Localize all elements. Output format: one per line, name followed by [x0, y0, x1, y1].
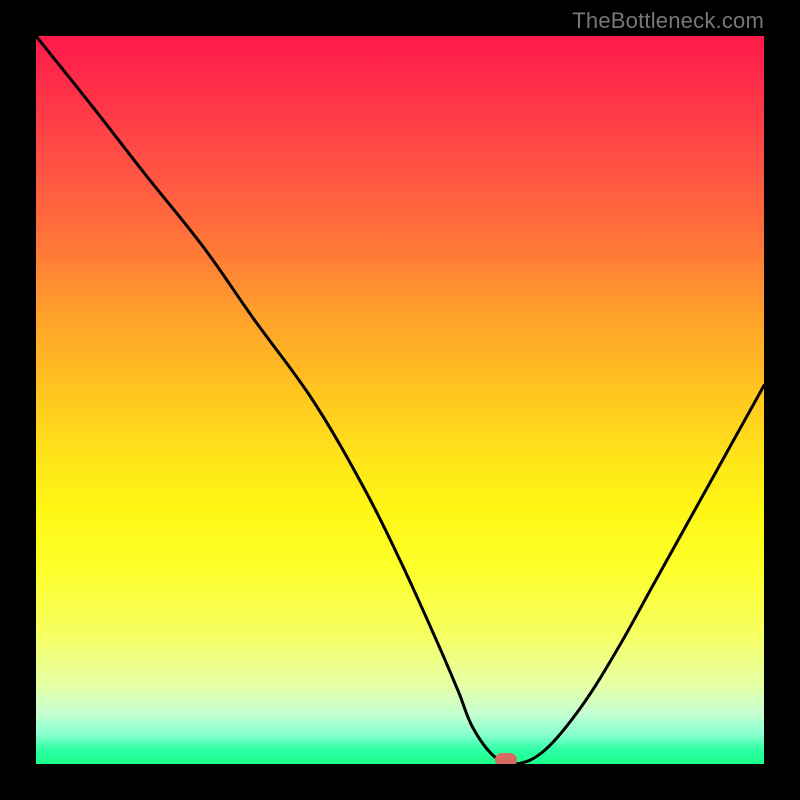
bottleneck-curve — [36, 36, 764, 764]
marker-point — [495, 753, 517, 764]
plot-area — [36, 36, 764, 764]
curve-svg — [36, 36, 764, 764]
watermark-text: TheBottleneck.com — [572, 8, 764, 34]
chart-container: TheBottleneck.com — [0, 0, 800, 800]
